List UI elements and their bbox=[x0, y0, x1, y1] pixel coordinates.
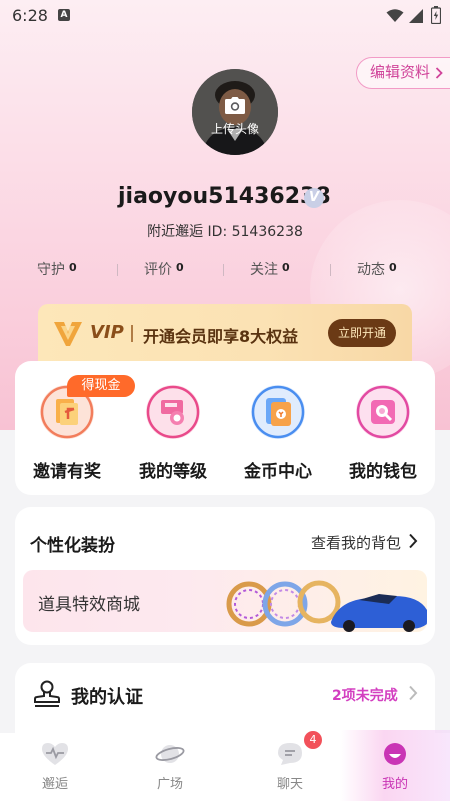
stat-divider bbox=[223, 264, 224, 276]
stat-guard[interactable]: 守护 0 bbox=[37, 259, 77, 279]
camera-icon bbox=[225, 97, 245, 114]
avatar-upload[interactable]: 上传头像 bbox=[192, 69, 278, 155]
vip-open-button[interactable]: 立即开通 bbox=[328, 319, 396, 347]
view-backpack-link[interactable]: 查看我的背包 bbox=[311, 532, 401, 553]
certification-status: 2项未完成 bbox=[332, 688, 398, 704]
stat-value: 0 bbox=[389, 261, 397, 274]
stat-label: 关注 bbox=[250, 262, 278, 278]
stat-divider bbox=[330, 264, 331, 276]
stat-value: 0 bbox=[282, 261, 290, 274]
user-id: 附近邂逅 ID: 51436238 bbox=[147, 224, 303, 240]
dressup-card: 个性化装扮 查看我的背包 道具特效商城 bbox=[15, 507, 435, 645]
certification-title: 我的认证 bbox=[71, 687, 143, 708]
chevron-right-icon[interactable] bbox=[408, 533, 418, 549]
battery-icon bbox=[431, 6, 441, 24]
wifi-icon bbox=[386, 9, 404, 22]
chevron-right-icon bbox=[435, 67, 443, 79]
nav-mine[interactable]: 我的 bbox=[340, 733, 450, 801]
props-mall-banner[interactable]: 道具特效商城 bbox=[23, 570, 427, 632]
feature-invite[interactable]: 邀请有奖 bbox=[17, 385, 117, 482]
chat-bubble-icon bbox=[278, 743, 302, 765]
stat-label: 守护 bbox=[37, 262, 65, 278]
chevron-right-icon bbox=[409, 685, 418, 701]
nav-label: 邂逅 bbox=[41, 777, 68, 792]
stat-label: 评价 bbox=[144, 262, 172, 278]
vip-crown-icon bbox=[54, 322, 82, 346]
feature-label: 邀请有奖 bbox=[33, 462, 101, 482]
edit-profile-label: 编辑资料 bbox=[370, 63, 431, 81]
stat-label: 动态 bbox=[357, 262, 385, 278]
planet-icon bbox=[155, 745, 185, 763]
feature-label: 金币中心 bbox=[244, 462, 312, 482]
stat-reviews[interactable]: 评价 0 bbox=[144, 259, 184, 279]
wallet-search-icon bbox=[356, 385, 410, 439]
feature-label: 我的等级 bbox=[139, 462, 207, 482]
verified-badge-icon: V bbox=[304, 188, 324, 208]
stat-value: 0 bbox=[176, 261, 184, 274]
level-medal-icon bbox=[146, 385, 200, 439]
feature-coins[interactable]: 金币中心 bbox=[228, 385, 328, 482]
chat-unread-badge: 4 bbox=[304, 731, 322, 749]
vip-label: VIP bbox=[90, 322, 124, 343]
stat-following[interactable]: 关注 0 bbox=[250, 259, 290, 279]
heart-pulse-icon bbox=[42, 743, 68, 765]
props-mall-label: 道具特效商城 bbox=[38, 595, 140, 615]
stat-divider bbox=[117, 264, 118, 276]
dressup-title: 个性化装扮 bbox=[30, 536, 115, 556]
nav-square[interactable]: 广场 bbox=[115, 733, 225, 801]
nav-label: 聊天 bbox=[276, 777, 303, 792]
feature-wallet[interactable]: 我的钱包 bbox=[333, 385, 433, 482]
nav-chat[interactable]: 聊天 bbox=[235, 733, 345, 801]
vip-divider bbox=[131, 325, 133, 342]
status-bar: 6:28 A bbox=[0, 0, 450, 32]
feature-level[interactable]: 我的等级 bbox=[123, 385, 223, 482]
nav-label: 我的 bbox=[381, 777, 408, 792]
signal-icon bbox=[409, 9, 423, 23]
nav-encounter[interactable]: 邂逅 bbox=[0, 733, 110, 801]
edit-profile-button[interactable]: 编辑资料 bbox=[356, 57, 450, 89]
stamp-icon bbox=[34, 680, 60, 707]
vip-banner[interactable]: VIP 开通会员即享8大权益 立即开通 bbox=[38, 304, 412, 366]
nav-label: 广场 bbox=[156, 777, 183, 792]
stat-value: 0 bbox=[69, 261, 77, 274]
stat-moments[interactable]: 动态 0 bbox=[357, 259, 397, 279]
username: jiaoyou51436238 bbox=[118, 184, 331, 209]
profile-stats: 守护 0 评价 0 关注 0 动态 0 bbox=[0, 259, 450, 283]
feature-label: 我的钱包 bbox=[349, 462, 417, 482]
app-notification-icon: A bbox=[58, 9, 70, 21]
status-time: 6:28 bbox=[12, 6, 48, 25]
coin-wallet-icon bbox=[251, 385, 305, 439]
profile-face-icon bbox=[384, 743, 406, 765]
vip-description: 开通会员即享8大权益 bbox=[143, 327, 299, 346]
avatar-upload-label: 上传头像 bbox=[210, 122, 259, 136]
avatar-frames-image bbox=[226, 580, 427, 632]
feature-card: 邀请有奖 得现金 我的等级 金币中心 我的钱包 bbox=[15, 361, 435, 495]
